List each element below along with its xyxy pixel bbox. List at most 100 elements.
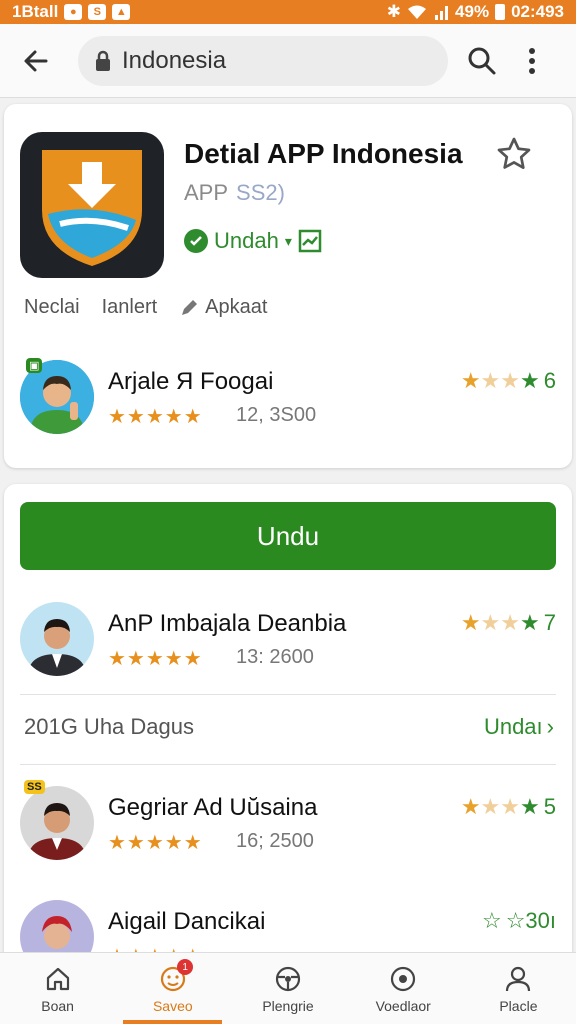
- avatar: [20, 786, 94, 860]
- nav-item-plengrie[interactable]: Plengrie: [230, 953, 345, 1024]
- star-rating-bar: ★★★★★: [108, 832, 203, 854]
- list-item-count: 12, 3S00: [236, 404, 317, 426]
- star-icon: ★: [520, 368, 540, 393]
- installed-label: Undah: [214, 228, 279, 253]
- nav-item-voedlaor[interactable]: Voedlaor: [346, 953, 461, 1024]
- avatar-badge: ▣: [26, 358, 43, 373]
- wifi-icon: [408, 5, 427, 19]
- status-left: 1Btall ● S ▲: [12, 2, 131, 22]
- tab-apkaat-label: Apkaat: [205, 296, 268, 318]
- star-icon: ★: [460, 368, 481, 393]
- battery-percent: 49%: [455, 2, 490, 21]
- pencil-icon: [182, 299, 198, 315]
- nav-item-placle[interactable]: Placle: [461, 953, 576, 1024]
- rating-value: 5: [543, 794, 556, 819]
- rating: ☆ ☆30ı: [482, 908, 556, 934]
- search-icon: [468, 47, 496, 74]
- content-card: Undu AnP Imbajala Deanbia ★★★★★ 13: 2600…: [4, 484, 572, 964]
- rating: ★ ★ ★ ★ 7: [461, 610, 556, 636]
- avatar-icon: [20, 602, 94, 676]
- star-icon: ★: [460, 794, 481, 819]
- arrow-left-icon: [24, 50, 48, 71]
- rating-value: 7: [543, 610, 556, 635]
- rating: ★ ★ ★ ★ 5: [461, 794, 556, 820]
- carrier-label: 1Btall: [12, 2, 59, 21]
- notification-bag-icon: ▲: [112, 4, 131, 20]
- more-vert-icon: [529, 47, 535, 74]
- nav-item-saveo[interactable]: 1 Saveo: [115, 953, 230, 1024]
- back-button[interactable]: [14, 39, 58, 83]
- top-toolbar: Indonesia: [0, 24, 576, 98]
- tab-neclai[interactable]: Neclai: [24, 296, 80, 319]
- more-options-button[interactable]: [510, 39, 554, 83]
- chevron-down-icon: ▾: [284, 232, 292, 249]
- favorite-button[interactable]: [496, 136, 532, 172]
- lock-icon: [96, 50, 110, 71]
- section-link-label: Undaı: [483, 714, 543, 739]
- nav-label: Voedlaor: [375, 997, 431, 1014]
- star-icon: ★: [500, 794, 521, 819]
- star-rating-bar: ★★★★★: [108, 648, 203, 670]
- list-item[interactable]: SS Gegriar Ad Uŭsaina ★★★★★ 16; 2500 ★ ★ ★…: [4, 780, 572, 870]
- list-item[interactable]: ▣ Arjale Я Foogai ★★★★★ 12, 3S00 ★ ★ ★ ★ 6: [4, 354, 572, 444]
- app-tabs: Neclai Ianlert Apkaat: [24, 296, 267, 319]
- star-icon: ★: [480, 794, 501, 819]
- star-icon: ★: [500, 610, 521, 635]
- search-query: Indonesia: [122, 46, 227, 74]
- rating-value: ☆30ı: [505, 908, 556, 933]
- app-detail-card: Detial APP Indonesia APP SS2) Undah ▾ Nec…: [4, 104, 572, 468]
- tab-ianlert[interactable]: Ianlert: [102, 296, 158, 319]
- search-input[interactable]: Indonesia: [78, 35, 448, 86]
- person-icon: [503, 964, 533, 994]
- star-outline-icon: [497, 137, 531, 169]
- app-logo-icon: [42, 150, 142, 266]
- star-icon: ★: [520, 610, 540, 635]
- app-logo: [20, 132, 164, 278]
- nav-label: Saveo: [152, 997, 193, 1014]
- bluetooth-icon: ✱: [386, 2, 402, 21]
- search-button[interactable]: [460, 39, 504, 83]
- status-right: ✱ 49% 02:493: [387, 2, 564, 22]
- chart-box-icon: [298, 229, 322, 253]
- section-title: 201G Uha Dagus: [24, 714, 194, 739]
- divider: [20, 694, 556, 695]
- home-icon: [43, 964, 73, 994]
- section-see-more-link[interactable]: Undaı ›: [484, 714, 554, 740]
- list-item-count: 13: 2600: [236, 646, 314, 668]
- install-button[interactable]: Undu: [20, 502, 556, 570]
- rating-value: 6: [543, 368, 556, 393]
- avatar: [20, 602, 94, 676]
- app-subtitle: APP SS2): [184, 180, 285, 206]
- status-bar: 1Btall ● S ▲ ✱ 49% 02:493: [0, 0, 576, 24]
- list-item-title: Gegriar Ad Uŭsaina: [108, 794, 318, 821]
- app-title: Detial APP Indonesia: [184, 138, 463, 169]
- star-icon: ★: [520, 794, 540, 819]
- rating: ★ ★ ★ ★ 6: [461, 368, 556, 394]
- star-rating-bar: ★★★★★: [108, 406, 203, 428]
- avatar-icon: [20, 786, 94, 860]
- list-item-title: Aigail Dancikai: [108, 908, 266, 935]
- battery-icon: [495, 4, 506, 20]
- signal-icon: [435, 6, 449, 20]
- steering-icon: [273, 964, 303, 994]
- list-item[interactable]: AnP Imbajala Deanbia ★★★★★ 13: 2600 ★ ★ ★ ★…: [4, 596, 572, 686]
- star-icon: ☆: [481, 908, 502, 933]
- nav-label: Plengrie: [262, 997, 314, 1014]
- nav-item-boan[interactable]: Boan: [0, 953, 115, 1024]
- star-icon: ★: [460, 610, 481, 635]
- notification-icon: ●: [64, 4, 83, 20]
- clock: 02:493: [511, 2, 564, 21]
- record-icon: [388, 964, 418, 994]
- app-category: APP: [184, 180, 229, 205]
- divider: [20, 764, 556, 765]
- tab-apkaat[interactable]: Apkaat: [179, 296, 267, 319]
- star-icon: ★: [500, 368, 521, 393]
- installed-status[interactable]: Undah ▾: [184, 228, 322, 254]
- check-circle-icon: [184, 229, 208, 253]
- bottom-navigation: Boan 1 Saveo Plengrie Voedlaor Placle: [0, 952, 576, 1024]
- nav-label: Placle: [499, 997, 538, 1014]
- app-version: SS2): [236, 180, 285, 205]
- star-icon: ★: [480, 610, 501, 635]
- list-item-title: Arjale Я Foogai: [108, 368, 274, 395]
- star-icon: ★: [480, 368, 501, 393]
